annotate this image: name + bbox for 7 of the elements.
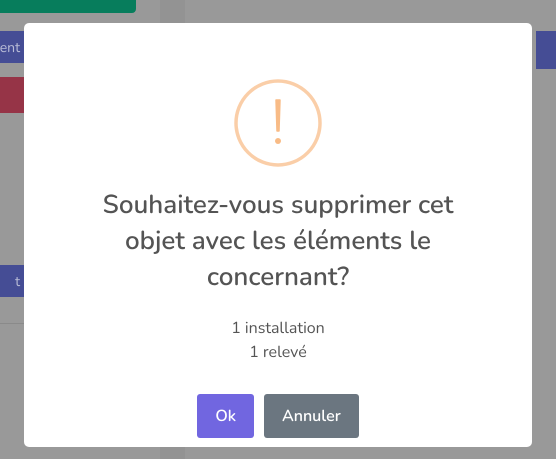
dialog-title: Souhaitez-vous supprimer cet objet avec les éléments le concernant? <box>102 188 454 296</box>
background-panel <box>536 31 556 69</box>
warning-icon <box>233 78 323 168</box>
dialog-item: 1 relevé <box>249 340 307 364</box>
dialog-item: 1 installation <box>231 316 325 340</box>
ok-button[interactable]: Ok <box>197 394 254 438</box>
cancel-button[interactable]: Annuler <box>264 394 359 438</box>
